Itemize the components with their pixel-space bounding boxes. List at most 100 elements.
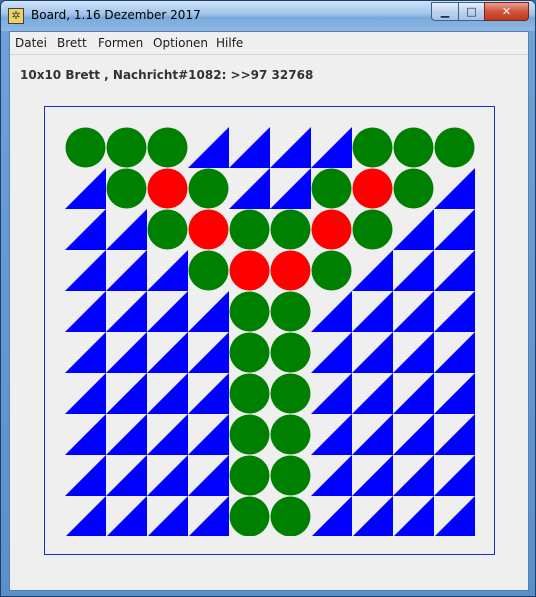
blue-triangle-piece[interactable] xyxy=(434,455,475,496)
green-circle-piece[interactable] xyxy=(270,414,311,455)
blue-triangle-piece[interactable] xyxy=(65,373,106,414)
blue-triangle-piece[interactable] xyxy=(393,291,434,332)
red-circle-piece[interactable] xyxy=(147,168,188,209)
green-circle-piece[interactable] xyxy=(229,209,270,250)
blue-triangle-piece[interactable] xyxy=(106,209,147,250)
menu-formen[interactable]: Formen xyxy=(98,36,143,50)
blue-triangle-piece[interactable] xyxy=(65,209,106,250)
blue-triangle-piece[interactable] xyxy=(65,414,106,455)
blue-triangle-piece[interactable] xyxy=(229,168,270,209)
close-button[interactable]: ✕ xyxy=(484,2,529,21)
blue-triangle-piece[interactable] xyxy=(393,414,434,455)
blue-triangle-piece[interactable] xyxy=(352,250,393,291)
blue-triangle-piece[interactable] xyxy=(147,496,188,536)
menu-datei[interactable]: Datei xyxy=(15,36,47,50)
green-circle-piece[interactable] xyxy=(229,291,270,332)
green-circle-piece[interactable] xyxy=(352,209,393,250)
blue-triangle-piece[interactable] xyxy=(65,496,106,536)
menu-brett[interactable]: Brett xyxy=(57,36,87,50)
blue-triangle-piece[interactable] xyxy=(106,250,147,291)
blue-triangle-piece[interactable] xyxy=(311,332,352,373)
blue-triangle-piece[interactable] xyxy=(434,373,475,414)
blue-triangle-piece[interactable] xyxy=(188,455,229,496)
board-app-icon[interactable]: ✲ xyxy=(8,8,24,24)
blue-triangle-piece[interactable] xyxy=(311,496,352,536)
blue-triangle-piece[interactable] xyxy=(106,455,147,496)
green-circle-piece[interactable] xyxy=(393,168,434,209)
blue-triangle-piece[interactable] xyxy=(106,414,147,455)
green-circle-piece[interactable] xyxy=(434,127,475,168)
blue-triangle-piece[interactable] xyxy=(311,373,352,414)
red-circle-piece[interactable] xyxy=(311,209,352,250)
blue-triangle-piece[interactable] xyxy=(229,127,270,168)
blue-triangle-piece[interactable] xyxy=(311,455,352,496)
green-circle-piece[interactable] xyxy=(270,209,311,250)
blue-triangle-piece[interactable] xyxy=(352,455,393,496)
blue-triangle-piece[interactable] xyxy=(65,168,106,209)
green-circle-piece[interactable] xyxy=(229,373,270,414)
blue-triangle-piece[interactable] xyxy=(270,127,311,168)
board-canvas[interactable] xyxy=(65,127,476,536)
blue-triangle-piece[interactable] xyxy=(393,455,434,496)
green-circle-piece[interactable] xyxy=(270,496,311,537)
maximize-button[interactable]: □ xyxy=(458,2,484,21)
green-circle-piece[interactable] xyxy=(147,209,188,250)
green-circle-piece[interactable] xyxy=(229,455,270,496)
blue-triangle-piece[interactable] xyxy=(65,250,106,291)
blue-triangle-piece[interactable] xyxy=(147,291,188,332)
green-circle-piece[interactable] xyxy=(188,168,229,209)
green-circle-piece[interactable] xyxy=(106,168,147,209)
blue-triangle-piece[interactable] xyxy=(270,168,311,209)
blue-triangle-piece[interactable] xyxy=(65,455,106,496)
blue-triangle-piece[interactable] xyxy=(311,291,352,332)
blue-triangle-piece[interactable] xyxy=(147,373,188,414)
blue-triangle-piece[interactable] xyxy=(147,332,188,373)
blue-triangle-piece[interactable] xyxy=(393,250,434,291)
green-circle-piece[interactable] xyxy=(229,414,270,455)
blue-triangle-piece[interactable] xyxy=(188,332,229,373)
green-circle-piece[interactable] xyxy=(270,373,311,414)
blue-triangle-piece[interactable] xyxy=(147,250,188,291)
blue-triangle-piece[interactable] xyxy=(188,291,229,332)
red-circle-piece[interactable] xyxy=(270,250,311,291)
blue-triangle-piece[interactable] xyxy=(352,414,393,455)
green-circle-piece[interactable] xyxy=(147,127,188,168)
blue-triangle-piece[interactable] xyxy=(188,127,229,168)
green-circle-piece[interactable] xyxy=(229,496,270,537)
blue-triangle-piece[interactable] xyxy=(352,332,393,373)
green-circle-piece[interactable] xyxy=(393,127,434,168)
blue-triangle-piece[interactable] xyxy=(311,414,352,455)
green-circle-piece[interactable] xyxy=(106,127,147,168)
red-circle-piece[interactable] xyxy=(188,209,229,250)
blue-triangle-piece[interactable] xyxy=(352,373,393,414)
blue-triangle-piece[interactable] xyxy=(65,332,106,373)
blue-triangle-piece[interactable] xyxy=(188,373,229,414)
blue-triangle-piece[interactable] xyxy=(393,332,434,373)
green-circle-piece[interactable] xyxy=(270,455,311,496)
green-circle-piece[interactable] xyxy=(352,127,393,168)
blue-triangle-piece[interactable] xyxy=(393,496,434,536)
red-circle-piece[interactable] xyxy=(229,250,270,291)
blue-triangle-piece[interactable] xyxy=(393,209,434,250)
blue-triangle-piece[interactable] xyxy=(106,291,147,332)
green-circle-piece[interactable] xyxy=(270,291,311,332)
blue-triangle-piece[interactable] xyxy=(434,209,475,250)
blue-triangle-piece[interactable] xyxy=(65,291,106,332)
menu-hilfe[interactable]: Hilfe xyxy=(216,36,243,50)
minimize-button[interactable]: ▁ xyxy=(431,2,458,21)
blue-triangle-piece[interactable] xyxy=(147,455,188,496)
green-circle-piece[interactable] xyxy=(188,250,229,291)
green-circle-piece[interactable] xyxy=(270,332,311,373)
menu-optionen[interactable]: Optionen xyxy=(153,36,208,50)
blue-triangle-piece[interactable] xyxy=(352,291,393,332)
blue-triangle-piece[interactable] xyxy=(434,332,475,373)
blue-triangle-piece[interactable] xyxy=(106,332,147,373)
blue-triangle-piece[interactable] xyxy=(188,496,229,536)
red-circle-piece[interactable] xyxy=(352,168,393,209)
blue-triangle-piece[interactable] xyxy=(352,496,393,536)
green-circle-piece[interactable] xyxy=(311,168,352,209)
green-circle-piece[interactable] xyxy=(229,332,270,373)
green-circle-piece[interactable] xyxy=(65,127,106,168)
blue-triangle-piece[interactable] xyxy=(106,373,147,414)
blue-triangle-piece[interactable] xyxy=(147,414,188,455)
